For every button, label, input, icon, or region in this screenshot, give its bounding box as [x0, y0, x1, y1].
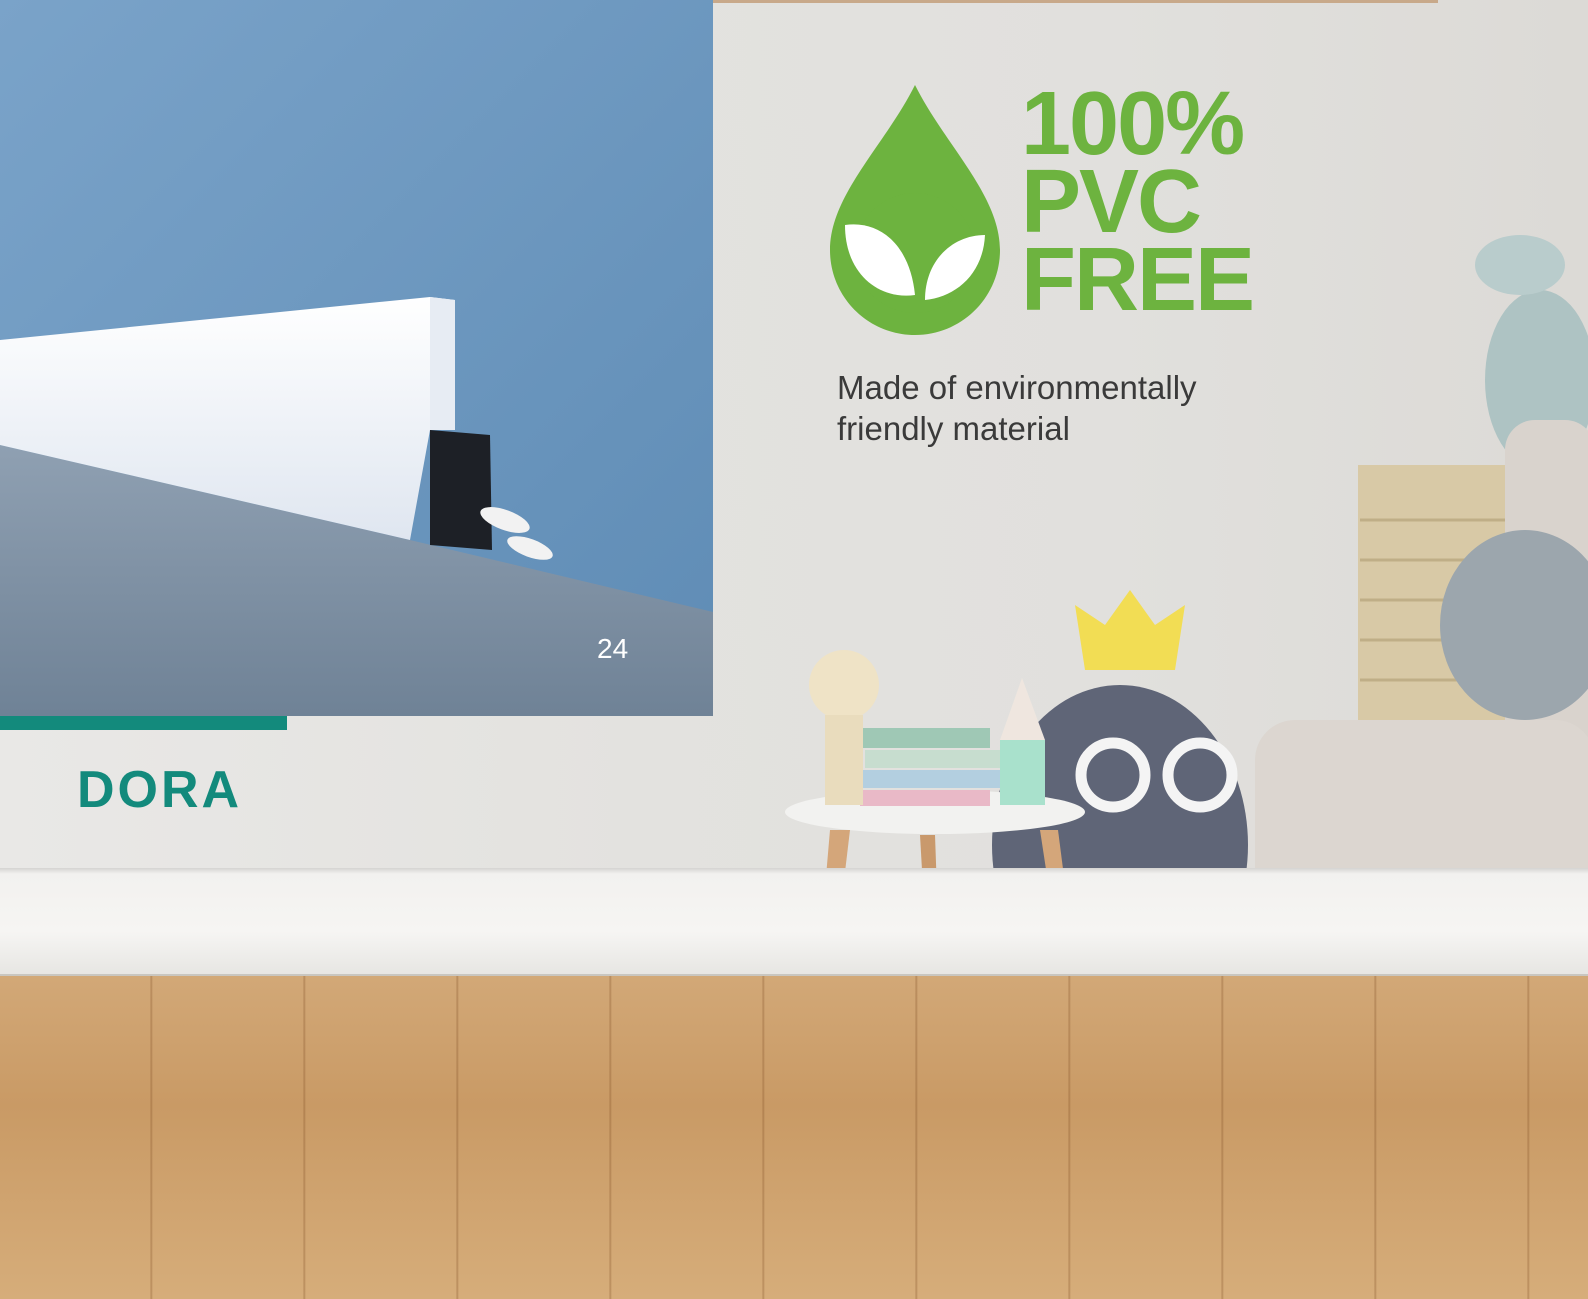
badge-headline: 100% PVC FREE — [1021, 79, 1261, 330]
badge-line-3: FREE — [1021, 230, 1255, 330]
page-number: 24 — [597, 633, 629, 664]
product-name: DORA — [77, 761, 243, 819]
skirting-board — [0, 868, 1588, 976]
wooden-floor — [0, 976, 1588, 1299]
leaf-drop-icon — [830, 85, 1000, 335]
accent-bar — [0, 716, 287, 730]
badge-caption-line-1: Made of environmentally — [837, 369, 1197, 406]
product-photo: 24 — [0, 0, 713, 716]
badge-caption: Made of environmentally friendly materia… — [837, 367, 1297, 449]
pvc-free-badge: 100% PVC FREE — [825, 79, 1255, 345]
badge-caption-line-2: friendly material — [837, 410, 1070, 447]
